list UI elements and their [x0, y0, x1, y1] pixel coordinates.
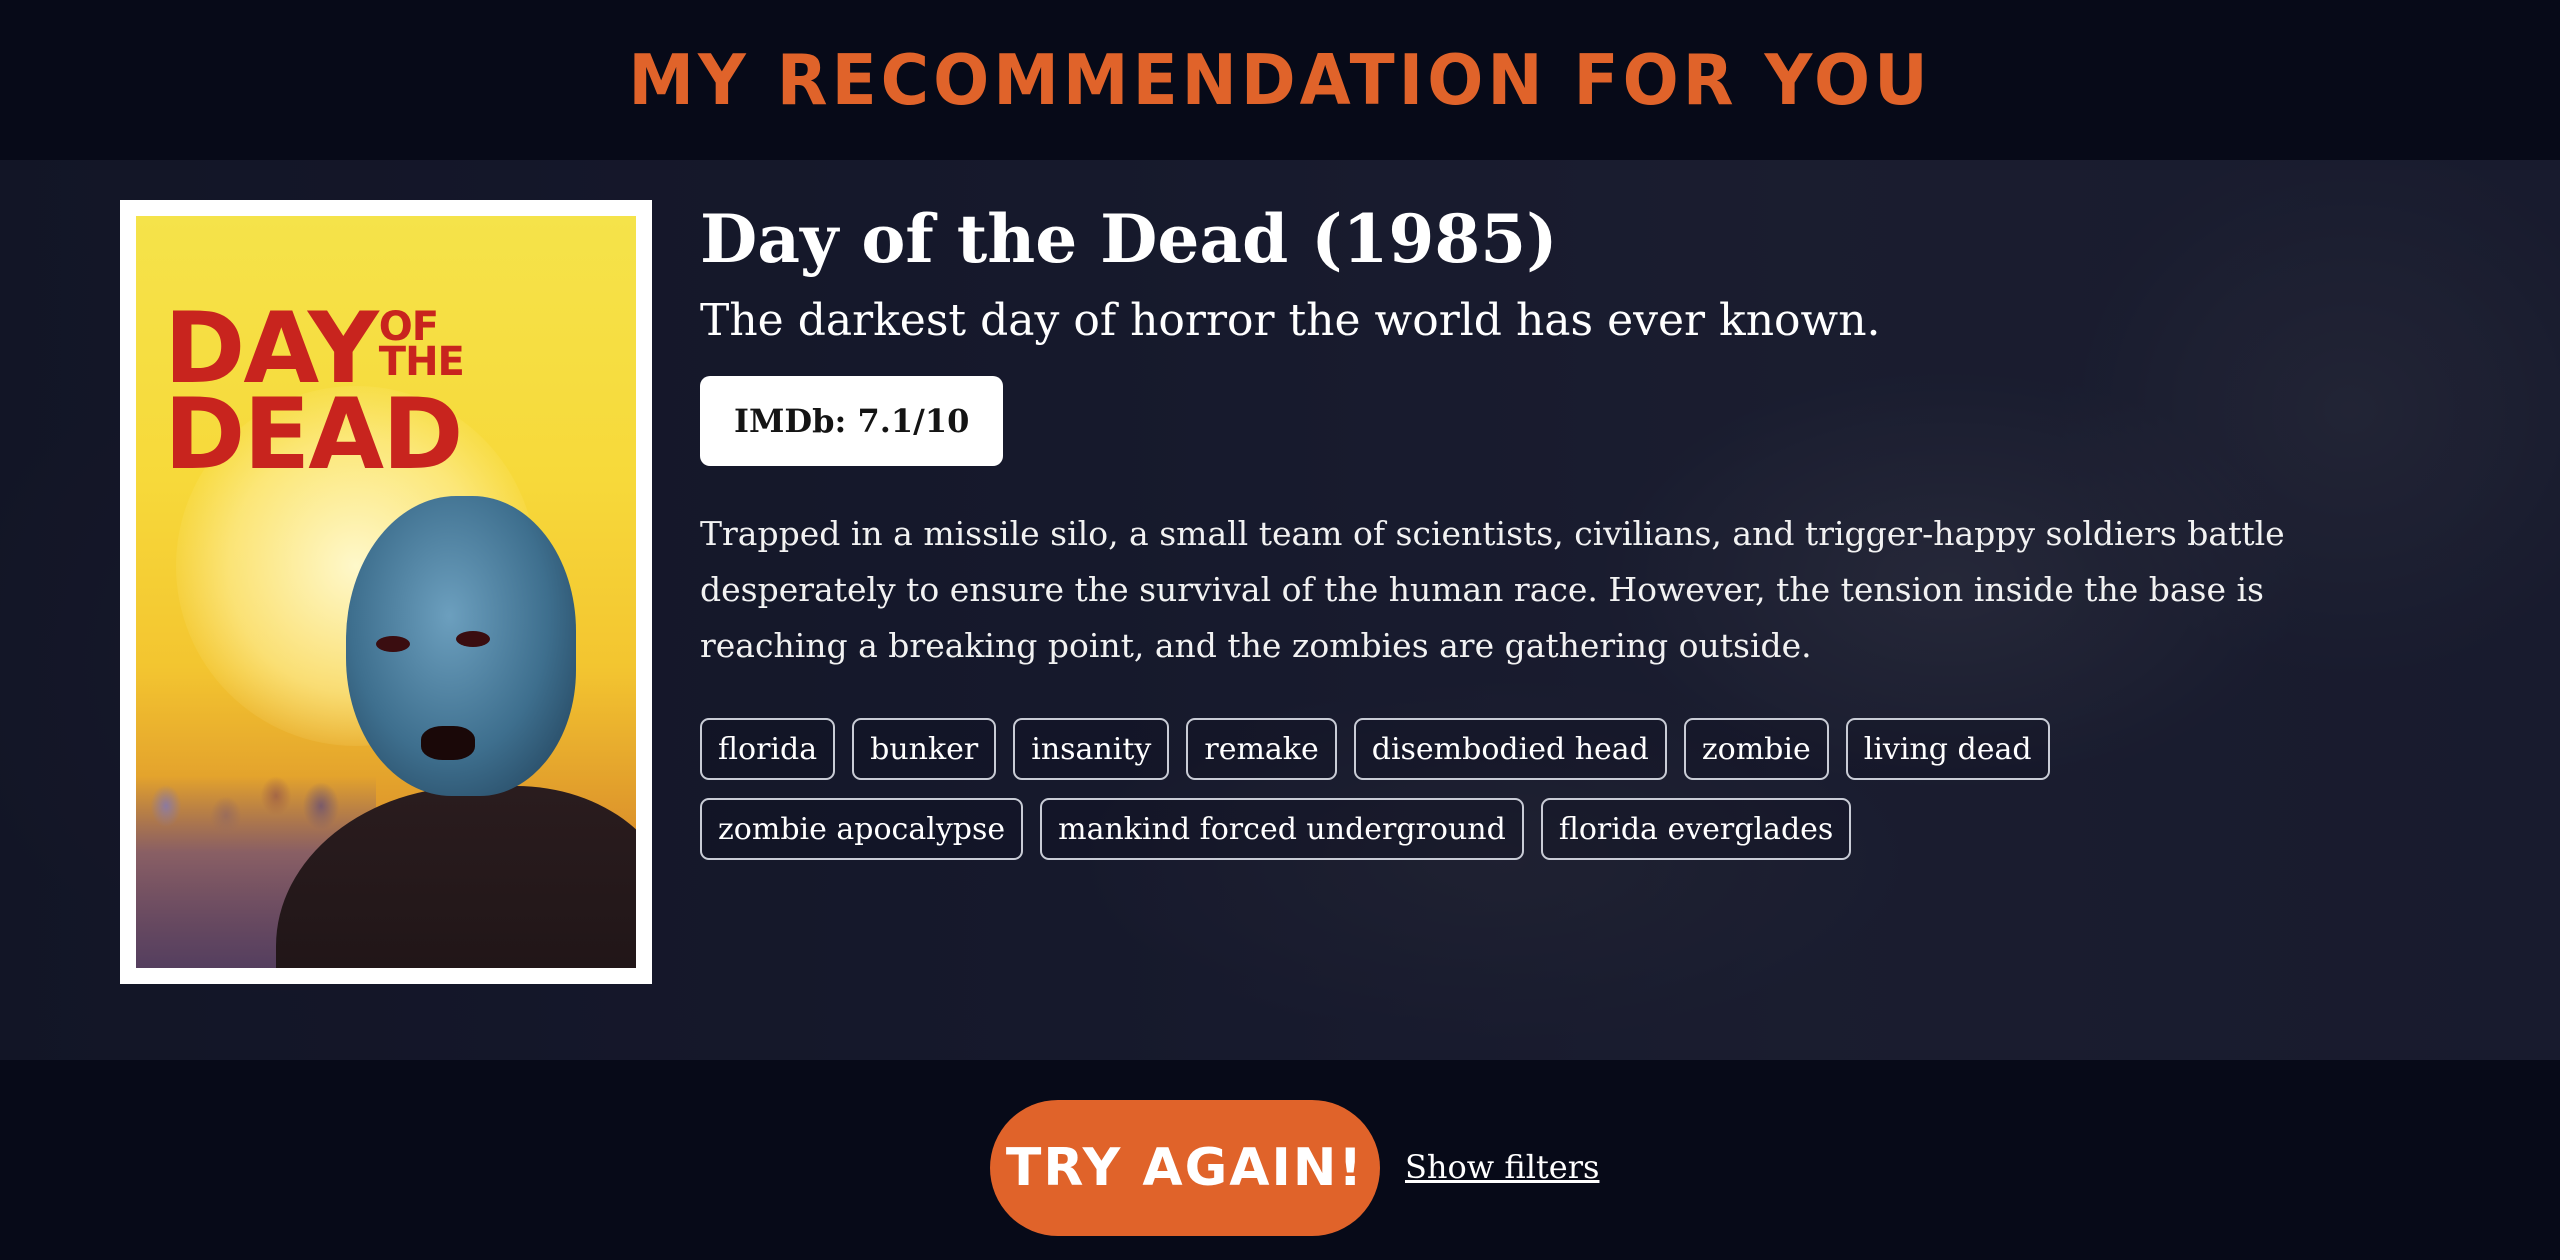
try-again-button[interactable]: TRY AGAIN!	[990, 1100, 1380, 1236]
imdb-rating-badge: IMDb: 7.1/10	[700, 376, 1004, 467]
keyword-tag: florida	[700, 718, 836, 781]
keyword-tag: living dead	[1845, 718, 2050, 781]
keyword-tag: insanity	[1013, 718, 1170, 781]
poster-frame: DAY OF THE DEAD	[120, 200, 652, 984]
poster-logo-the: THE	[378, 339, 465, 386]
keyword-tag: zombie	[1683, 718, 1829, 781]
page-title: MY RECOMMENDATION FOR YOU	[628, 39, 1932, 121]
keyword-tag: remake	[1186, 718, 1337, 781]
poster-mouth	[421, 726, 475, 760]
show-filters-link[interactable]: Show filters	[1405, 1148, 1599, 1186]
poster-eye-right	[456, 631, 490, 647]
page-footer: TRY AGAIN! Show filters	[0, 1060, 2560, 1260]
movie-title: Day of the Dead (1985)	[700, 200, 1558, 278]
keyword-list: florida bunker insanity remake disembodi…	[700, 718, 2300, 861]
movie-tagline: The darkest day of horror the world has …	[700, 295, 1881, 347]
keyword-tag: disembodied head	[1353, 718, 1667, 781]
keyword-tag: zombie apocalypse	[700, 798, 1024, 861]
movie-overview: Trapped in a missile silo, a small team …	[700, 514, 2285, 666]
poster-logo-dead: DEAD	[164, 378, 463, 493]
poster-logo: DAY OF THE DEAD	[164, 300, 465, 493]
page-header: MY RECOMMENDATION FOR YOU	[0, 0, 2560, 160]
movie-poster: DAY OF THE DEAD	[136, 216, 636, 968]
recommendation-hero: DAY OF THE DEAD Day of the Dead (1985) T…	[0, 160, 2560, 1060]
movie-info: Day of the Dead (1985) The darkest day o…	[700, 200, 2400, 861]
keyword-tag: mankind forced underground	[1040, 798, 1524, 861]
poster-eye-left	[376, 636, 410, 652]
keyword-tag: florida everglades	[1540, 798, 1852, 861]
keyword-tag: bunker	[852, 718, 997, 781]
